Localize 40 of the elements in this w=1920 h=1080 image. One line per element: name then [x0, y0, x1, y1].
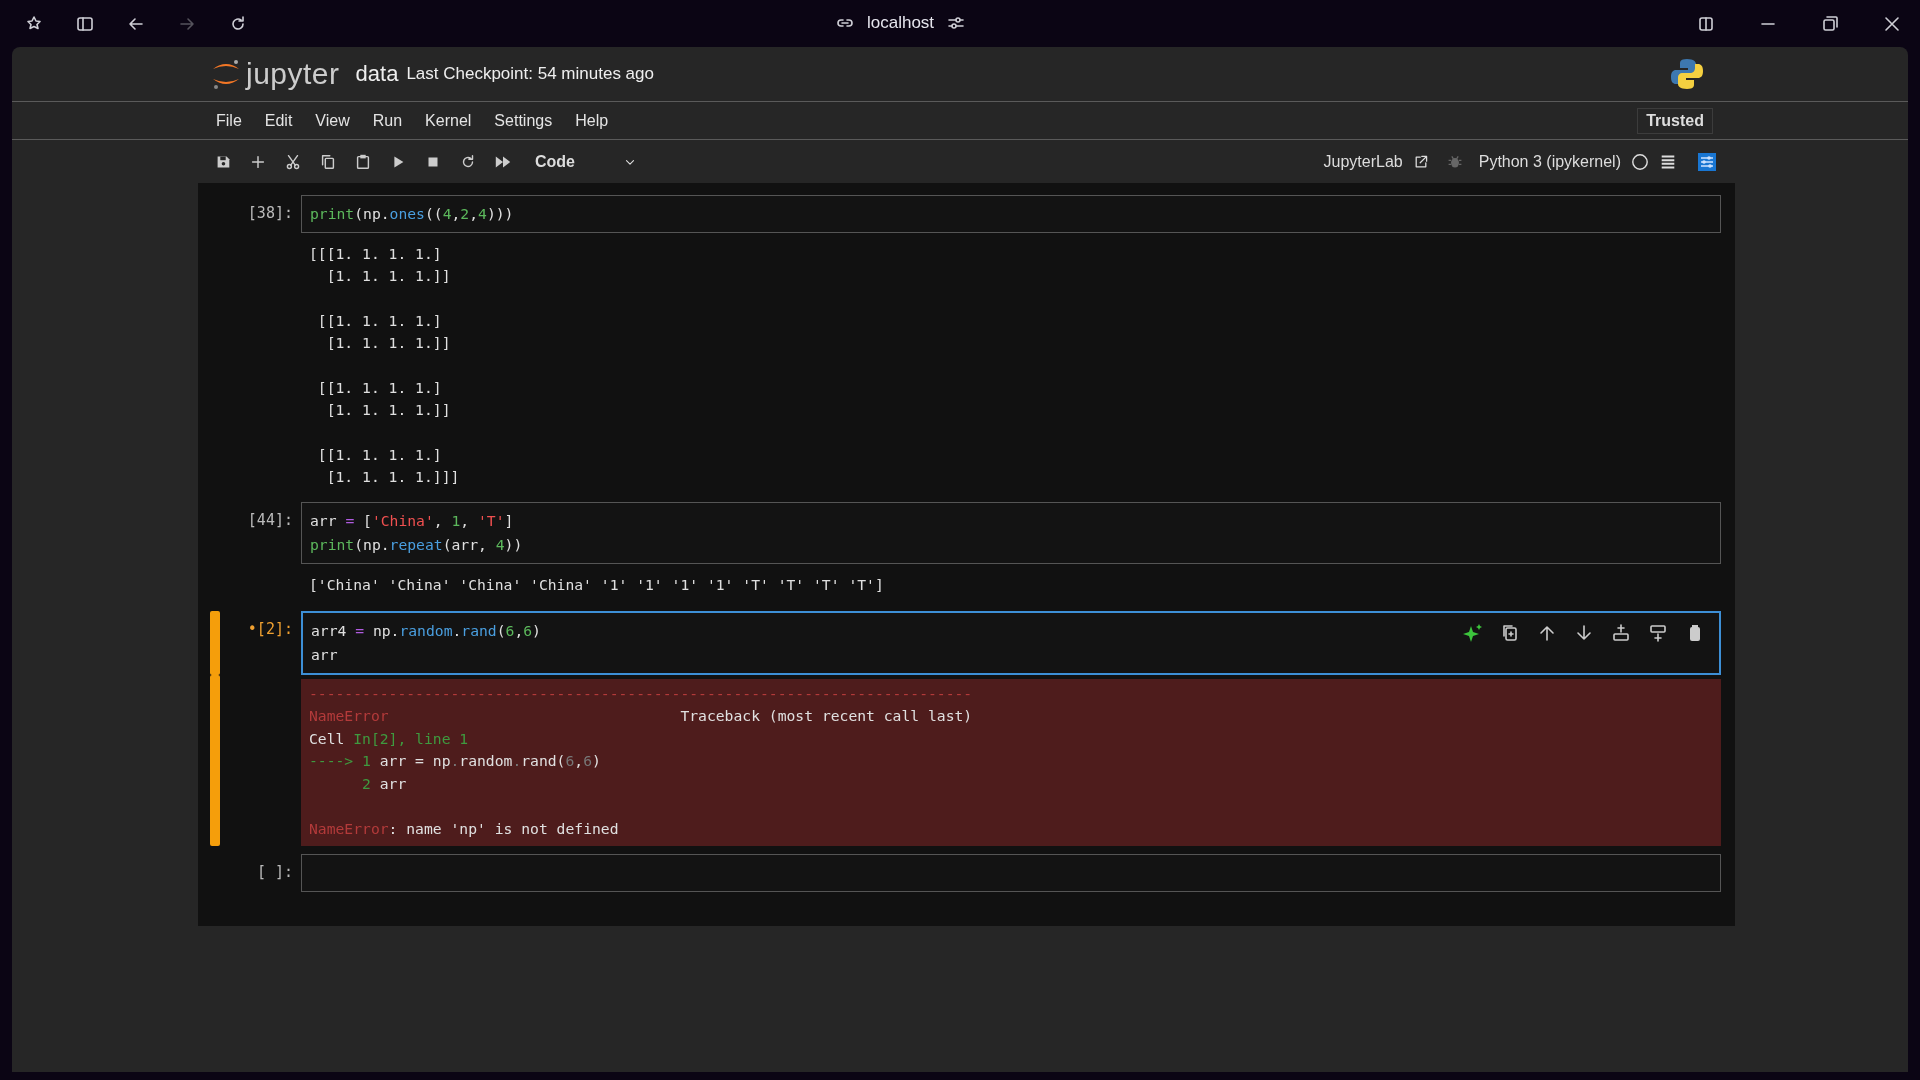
insert-below-icon[interactable] — [1648, 622, 1668, 643]
jupyterlab-link[interactable]: JupyterLab — [1323, 152, 1403, 171]
property-inspector-icon[interactable] — [1697, 151, 1717, 172]
python-logo-icon — [1669, 56, 1705, 92]
kernel-name[interactable]: Python 3 (ipykernel) — [1478, 152, 1621, 171]
cell-output: [[[1. 1. 1. 1.] [1. 1. 1. 1.]] [[1. 1. 1. 1.] [1. 1. 1. 1.]] [[1. 1. 1. 1.] [1. 1. 1. 1.]] [[1. 1. 1. 1.] [1. 1. 1. 1.]]] — [308, 244, 461, 487]
code-cell-input[interactable] — [301, 854, 1721, 893]
copy-icon[interactable] — [319, 152, 337, 171]
menu-item[interactable]: Kernel — [425, 111, 483, 130]
execution-count: [38]: — [246, 203, 294, 224]
address-bar[interactable]: localhost — [867, 13, 935, 33]
menu-item[interactable]: View — [315, 111, 361, 130]
execution-count: •[2]: — [246, 618, 294, 640]
menu-item[interactable]: Help — [575, 111, 620, 130]
error-traceback: --------------------------------------------------------------------------- NameError Traceback (most recent call last) Cell In[2], line 1 ----> 1 arr = np.random.rand(6,6) 2 arr NameError: name 'np' is not defined — [301, 678, 1721, 847]
move-down-icon[interactable] — [1574, 622, 1594, 643]
cell-type-dropdown[interactable]: Code — [535, 152, 637, 171]
duplicate-icon[interactable] — [1500, 622, 1520, 643]
code-cell-input[interactable]: print(np.ones((4,2,4))) — [301, 195, 1721, 233]
paste-icon[interactable] — [354, 152, 372, 171]
cell-output: ['China' 'China' 'China' 'China' '1' '1' '1' '1' 'T' 'T' 'T' 'T'] — [308, 575, 885, 596]
code-cell-input[interactable]: arr4 = np.random.rand(6,6) arr — [301, 610, 1721, 675]
menu-item[interactable]: Edit — [264, 111, 304, 130]
menu-item[interactable]: Run — [372, 111, 414, 130]
jupyter-wordmark: jupyter — [246, 57, 340, 91]
menu-item[interactable]: Settings — [494, 111, 564, 130]
code-cell-input[interactable]: arr = ['China', 1, 'T'] print(np.repeat(arr, 4)) — [301, 502, 1721, 565]
active-cell-bar[interactable] — [210, 610, 220, 675]
kernel-idle-icon — [1631, 152, 1649, 171]
bug-icon[interactable] — [1446, 153, 1463, 170]
checkpoint-status: Last Checkpoint: 54 minutes ago — [406, 64, 654, 84]
restore-icon[interactable] — [1820, 13, 1840, 34]
insert-above-icon[interactable] — [1611, 622, 1631, 643]
trusted-indicator[interactable]: Trusted — [1637, 107, 1713, 134]
execution-count: [44]: — [246, 510, 294, 532]
cut-icon[interactable] — [284, 152, 302, 171]
menu-item[interactable]: File — [216, 111, 253, 130]
notebook-name[interactable]: data — [355, 61, 399, 87]
execution-count: [ ]: — [255, 862, 294, 884]
sparkle-icon[interactable] — [1463, 622, 1483, 643]
